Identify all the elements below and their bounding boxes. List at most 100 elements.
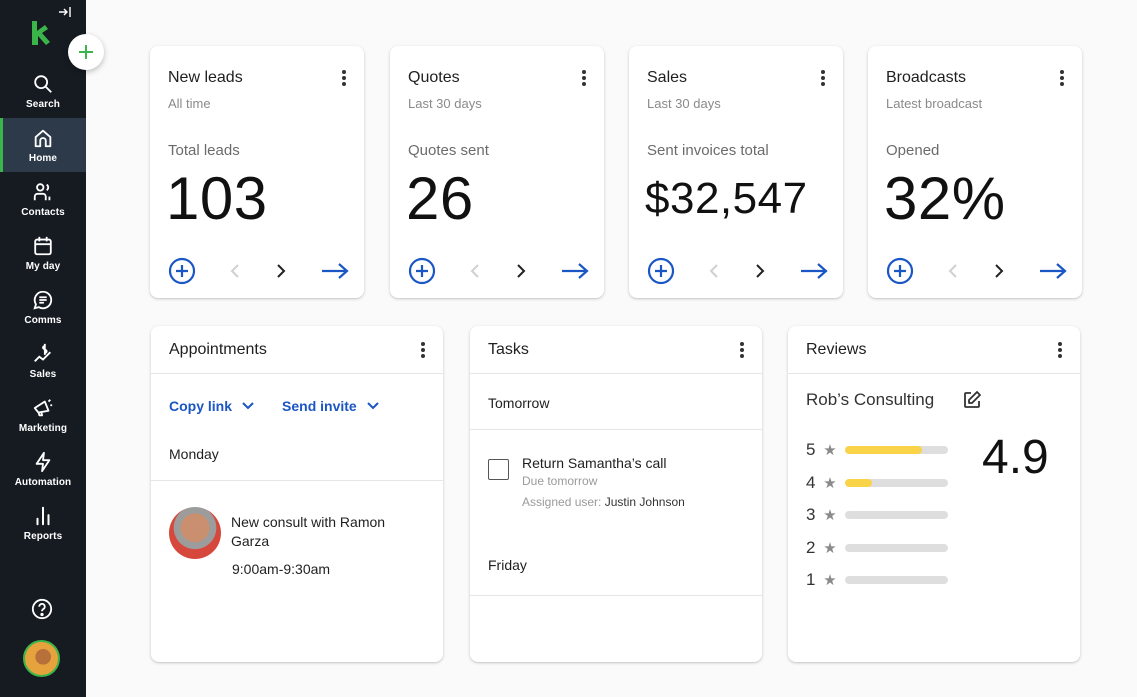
kpi-card-broadcasts: Broadcasts Latest broadcast Opened 32%	[868, 46, 1082, 298]
sidebar-item-label: Contacts	[21, 206, 65, 218]
more-menu-icon[interactable]	[1054, 340, 1066, 360]
task-assignee: Assigned user: Justin Johnson	[522, 495, 685, 509]
card-subtitle: Last 30 days	[408, 96, 482, 111]
star-icon: ★	[823, 442, 837, 460]
calendar-icon	[34, 236, 52, 255]
arrow-right-icon[interactable]	[320, 262, 350, 280]
megaphone-icon	[33, 398, 53, 416]
sales-icon	[34, 343, 51, 362]
rating-distribution: 5 ★ 4 ★ 3 ★ 2 ★ 1 ★	[806, 434, 948, 597]
sidebar-item-contacts[interactable]: Contacts	[0, 172, 86, 226]
panel-title: Appointments	[169, 341, 267, 358]
send-invite-dropdown[interactable]: Send invite	[282, 398, 379, 414]
copy-link-dropdown[interactable]: Copy link	[169, 398, 254, 414]
chevron-left-icon[interactable]	[228, 263, 242, 279]
metric-label: Sent invoices total	[647, 142, 769, 159]
sidebar-item-search[interactable]: Search	[0, 64, 86, 118]
arrow-right-icon[interactable]	[1038, 262, 1068, 280]
lightning-icon	[35, 451, 51, 472]
rating-bar	[845, 478, 948, 487]
add-circle-icon[interactable]	[168, 257, 196, 285]
chevron-right-icon[interactable]	[274, 263, 288, 279]
appointment-item[interactable]: New consult with Ramon Garza 9:00am-9:30…	[151, 481, 443, 601]
chevron-right-icon[interactable]	[514, 263, 528, 279]
arrow-right-icon[interactable]	[560, 262, 590, 280]
contact-avatar	[169, 507, 221, 559]
rating-stars: 2	[806, 537, 816, 557]
chevron-right-icon[interactable]	[992, 263, 1006, 279]
chevron-down-icon	[366, 402, 379, 410]
chevron-left-icon[interactable]	[707, 263, 721, 279]
sidebar-item-reports[interactable]: Reports	[0, 496, 86, 550]
chevron-right-icon[interactable]	[753, 263, 767, 279]
app: Search Home Contacts My day Comms Sales	[0, 0, 1137, 697]
sidebar-item-comms[interactable]: Comms	[0, 280, 86, 334]
more-menu-icon[interactable]	[338, 68, 350, 88]
sidebar: Search Home Contacts My day Comms Sales	[0, 0, 104, 697]
plus-icon	[79, 45, 93, 59]
card-subtitle: Latest broadcast	[886, 96, 983, 111]
average-rating: 4.9	[982, 431, 1049, 484]
user-avatar[interactable]	[23, 640, 60, 677]
task-title[interactable]: Return Samantha’s call	[522, 455, 666, 471]
sidebar-item-my-day[interactable]: My day	[0, 226, 86, 280]
more-menu-icon[interactable]	[417, 340, 429, 360]
arrow-right-icon[interactable]	[799, 262, 829, 280]
card-title: Sales	[647, 69, 688, 86]
day-heading: Tomorrow	[488, 395, 550, 411]
edit-icon[interactable]	[962, 390, 982, 410]
appointment-actions: Copy link Send invite	[151, 374, 443, 438]
metric-label: Opened	[886, 142, 940, 159]
day-heading: Friday	[488, 557, 527, 573]
copy-link-label: Copy link	[169, 398, 233, 414]
panel-title: Reviews	[806, 341, 867, 358]
chevron-left-icon[interactable]	[468, 263, 482, 279]
appointment-time: 9:00am-9:30am	[232, 561, 331, 577]
sidebar-item-automation[interactable]: Automation	[0, 442, 86, 496]
sidebar-item-marketing[interactable]: Marketing	[0, 388, 86, 442]
task-item: Return Samantha’s call Due tomorrow Assi…	[470, 430, 762, 540]
chevron-left-icon[interactable]	[946, 263, 960, 279]
help-icon[interactable]	[31, 598, 53, 620]
rating-bar	[845, 446, 948, 455]
more-menu-icon[interactable]	[578, 68, 590, 88]
add-circle-icon[interactable]	[408, 257, 436, 285]
add-circle-icon[interactable]	[647, 257, 675, 285]
card-footer	[408, 256, 590, 286]
task-checkbox[interactable]	[488, 459, 509, 480]
rating-bar-fill	[845, 478, 872, 487]
metric-value: 26	[406, 165, 474, 232]
home-icon	[34, 129, 52, 147]
card-title: New leads	[168, 69, 243, 86]
quick-add-button[interactable]	[68, 34, 104, 70]
reviews-panel: Reviews Rob’s Consulting 5 ★ 4 ★ 3 ★ 2 ★…	[788, 326, 1080, 662]
rating-row-2: 2 ★	[806, 532, 948, 565]
day-heading: Monday	[169, 446, 219, 462]
metric-value: $32,547	[645, 174, 808, 223]
card-title: Quotes	[408, 69, 460, 86]
more-menu-icon[interactable]	[1056, 68, 1068, 88]
sidebar-item-label: Home	[28, 152, 58, 164]
bar-chart-icon	[36, 506, 50, 525]
more-menu-icon[interactable]	[817, 68, 829, 88]
sidebar-item-home[interactable]: Home	[0, 118, 86, 172]
add-circle-icon[interactable]	[886, 257, 914, 285]
appointments-panel: Appointments Copy link Send invite Monda…	[151, 326, 443, 662]
collapse-right-icon[interactable]	[57, 4, 73, 20]
more-menu-icon[interactable]	[736, 340, 748, 360]
rating-bar	[845, 511, 948, 520]
rating-stars: 1	[806, 570, 816, 590]
sidebar-item-sales[interactable]: Sales	[0, 334, 86, 388]
rating-bar	[845, 576, 948, 585]
rating-row-5: 5 ★	[806, 434, 948, 467]
rating-row-1: 1 ★	[806, 564, 948, 597]
k-logo[interactable]	[30, 20, 52, 46]
panel-header: Appointments	[151, 326, 443, 374]
sidebar-item-label: Search	[26, 98, 60, 110]
card-footer	[647, 256, 829, 286]
sidebar-item-label: Reports	[23, 530, 63, 542]
star-icon: ★	[823, 474, 837, 492]
sidebar-item-label: My day	[25, 260, 61, 272]
star-icon: ★	[823, 539, 837, 557]
card-title: Broadcasts	[886, 69, 967, 86]
